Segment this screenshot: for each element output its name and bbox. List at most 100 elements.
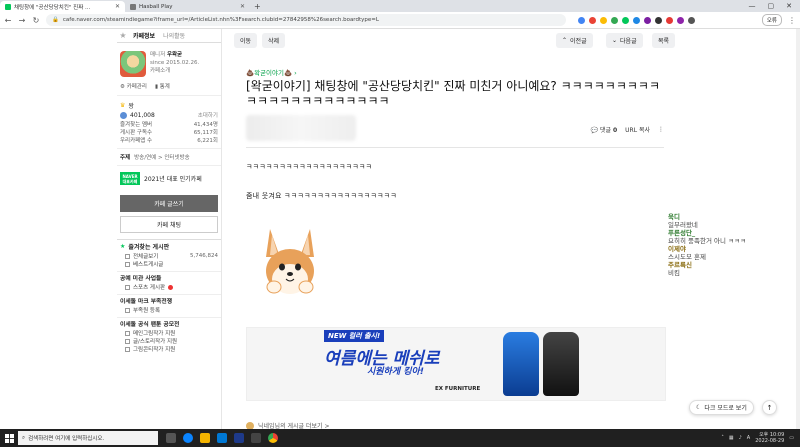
chat-line: 스시도모 혼제	[668, 253, 706, 261]
extension-icon[interactable]	[589, 16, 596, 24]
post-body-line: 줌내 웃겨요 ㅋㅋㅋㅋㅋㅋㅋㅋㅋㅋㅋㅋㅋㅋㅋㅋㅋ	[246, 192, 397, 200]
tab-cafe-info[interactable]: 카페정보	[129, 31, 159, 40]
manager-name[interactable]: 우왁굳	[167, 52, 182, 58]
chair-image	[543, 332, 579, 396]
corgi-sticker	[266, 229, 314, 294]
extension-icon[interactable]	[600, 16, 607, 24]
member-count[interactable]: 401,008	[130, 112, 155, 119]
browser-tab-active[interactable]: 채팅창에 "공산당당치킨" 진짜 ... ✕	[0, 1, 125, 12]
menu-section-title: 공예 미관 사업들	[117, 271, 221, 283]
sidebar-tabs: ★ 카페정보 나의활동	[117, 29, 221, 43]
chrome-icon[interactable]	[268, 433, 278, 443]
maximize-icon[interactable]: ▢	[768, 2, 775, 10]
window-controls: — ▢ ✕	[749, 0, 800, 12]
chevron-down-icon: ⌄	[612, 37, 618, 44]
close-icon[interactable]: ✕	[115, 3, 120, 10]
windows-taskbar: ⌕ 검색하려면 여기에 입력하십시오. ˄ ▦ ♪ A 오후 10:09 202…	[0, 429, 800, 447]
reload-icon[interactable]: ↻	[32, 16, 40, 25]
clock[interactable]: 오후 10:09 2022-08-29	[755, 432, 784, 444]
board-icon	[125, 307, 130, 313]
favorite-boards-header[interactable]: ★ 즐겨찾는 게시판	[117, 239, 221, 252]
edge-icon[interactable]	[183, 433, 193, 443]
category-link[interactable]: 💩왁굳이야기💩 ›	[246, 67, 297, 77]
task-view-icon[interactable]	[166, 433, 176, 443]
forward-icon[interactable]: →	[18, 16, 26, 25]
extension-icon[interactable]	[578, 16, 585, 24]
list-button[interactable]: 목록	[652, 33, 676, 48]
post-meta: 💬 댓글 0 URL 복사 ⋮	[591, 125, 664, 134]
invite-link[interactable]: 초대하기	[198, 111, 218, 119]
move-button[interactable]: 이동	[234, 33, 258, 48]
poop-icon: 💩	[246, 69, 255, 77]
app-v-icon[interactable]	[234, 433, 244, 443]
scroll-top-button[interactable]: ↑	[762, 400, 777, 415]
cafe-write-button[interactable]: 카페 글쓰기	[120, 195, 218, 212]
cafe-manage-link[interactable]: ⚙ 카페관리	[120, 82, 147, 90]
representative-cafe-badge: NAVER 대표카페 2021년 대표 인기카페	[117, 166, 221, 191]
taskbar-search-input[interactable]: ⌕ 검색하려면 여기에 입력하십시오.	[18, 431, 158, 445]
dark-mode-button[interactable]: ☾ 다크 모드로 보기	[689, 400, 754, 415]
sidebar-item-artist-apply[interactable]: 메인그림작가 지원	[117, 329, 221, 337]
store-icon[interactable]	[217, 433, 227, 443]
stats-link[interactable]: ▮ 통계	[155, 82, 170, 90]
network-icon[interactable]: ▦	[729, 435, 734, 441]
notification-icon[interactable]: ▭	[789, 435, 794, 441]
board-icon	[125, 284, 130, 290]
close-icon[interactable]: ✕	[240, 3, 245, 10]
sidebar-item-conti-apply[interactable]: 그림콘티작가 지원	[117, 345, 221, 353]
url-field[interactable]: 🔒 cafe.naver.com/steamindiegame?iframe_u…	[46, 14, 566, 26]
cafe-intro-link[interactable]: 카페소개	[150, 67, 199, 75]
extension-icon[interactable]	[611, 16, 618, 24]
extension-icon[interactable]	[677, 16, 684, 24]
star-icon[interactable]: ★	[117, 31, 129, 40]
comment-link[interactable]: 💬 댓글 0	[591, 125, 618, 134]
extension-icon[interactable]	[655, 16, 662, 24]
star-icon: ★	[120, 242, 126, 250]
ime-icon[interactable]: A	[747, 435, 750, 441]
more-options-icon[interactable]: ⋮	[658, 126, 664, 133]
chevron-up-icon[interactable]: ˄	[721, 435, 724, 441]
extension-icon[interactable]	[666, 16, 673, 24]
sidebar-item-tribe-register[interactable]: 부족원 등록	[117, 306, 221, 314]
profile-button[interactable]: 오류	[761, 14, 782, 26]
back-icon[interactable]: ←	[4, 16, 12, 25]
sidebar-item-sports[interactable]: 스포츠 게시판	[117, 283, 221, 291]
minimize-icon[interactable]: —	[749, 2, 756, 10]
next-post-button[interactable]: ⌄ 다음글	[606, 33, 643, 48]
cafe-stats: ♛ 왕 401,008 초대하기 즐겨찾는 멤버 41,434명 게시판 구독수 65…	[117, 96, 221, 148]
sidebar-item-best[interactable]: 베스트게시글	[117, 260, 221, 268]
board-icon	[125, 346, 130, 352]
volume-icon[interactable]: ♪	[739, 435, 742, 441]
windows-start-icon[interactable]	[0, 433, 18, 443]
search-icon: ⌕	[22, 434, 26, 441]
new-tab-icon[interactable]: +	[250, 2, 265, 12]
delete-button[interactable]: 삭제	[262, 33, 286, 48]
puzzle-icon[interactable]	[688, 16, 695, 24]
prev-post-button[interactable]: ⌃ 이전글	[556, 33, 593, 48]
tab-my-activity[interactable]: 나의활동	[159, 31, 189, 40]
divider	[246, 147, 664, 148]
board-icon	[125, 261, 130, 267]
browser-tab[interactable]: Hasball Play ✕	[125, 1, 250, 12]
close-window-icon[interactable]: ✕	[786, 2, 792, 10]
extension-icon[interactable]	[633, 16, 640, 24]
cafe-chat-button[interactable]: 카페 채팅	[120, 216, 218, 233]
address-toolbar: ← → ↻ 🔒 cafe.naver.com/steamindiegame?if…	[0, 12, 800, 29]
menu-section-title: 이세돌 공식 팬툰 공모전	[117, 317, 221, 329]
extension-icon[interactable]	[622, 16, 629, 24]
poop-icon: 💩	[284, 69, 293, 77]
crown-icon: ♛	[120, 101, 126, 109]
tab-title: 채팅창에 "공산당당치킨" 진짜 ...	[14, 4, 91, 11]
app-icon[interactable]	[251, 433, 261, 443]
file-explorer-icon[interactable]	[200, 433, 210, 443]
manager-label: 매니저	[150, 52, 166, 58]
extension-icon[interactable]	[644, 16, 651, 24]
ad-banner[interactable]: NEW 컬러 출시! 여름에는 메쉬로 시원하게 킹아! EX FURNITUR…	[246, 327, 666, 401]
avatar[interactable]	[120, 51, 146, 77]
stat-row: 즐겨찾는 멤버 41,434명	[120, 122, 218, 128]
sidebar-item-all-posts[interactable]: 전체글보기 5,746,824	[117, 252, 221, 260]
scrollbar[interactable]	[796, 29, 800, 429]
sidebar-item-story-apply[interactable]: 글/스토리작가 지원	[117, 337, 221, 345]
url-copy-button[interactable]: URL 복사	[625, 125, 650, 134]
more-menu-icon[interactable]: ⋮	[788, 16, 796, 25]
